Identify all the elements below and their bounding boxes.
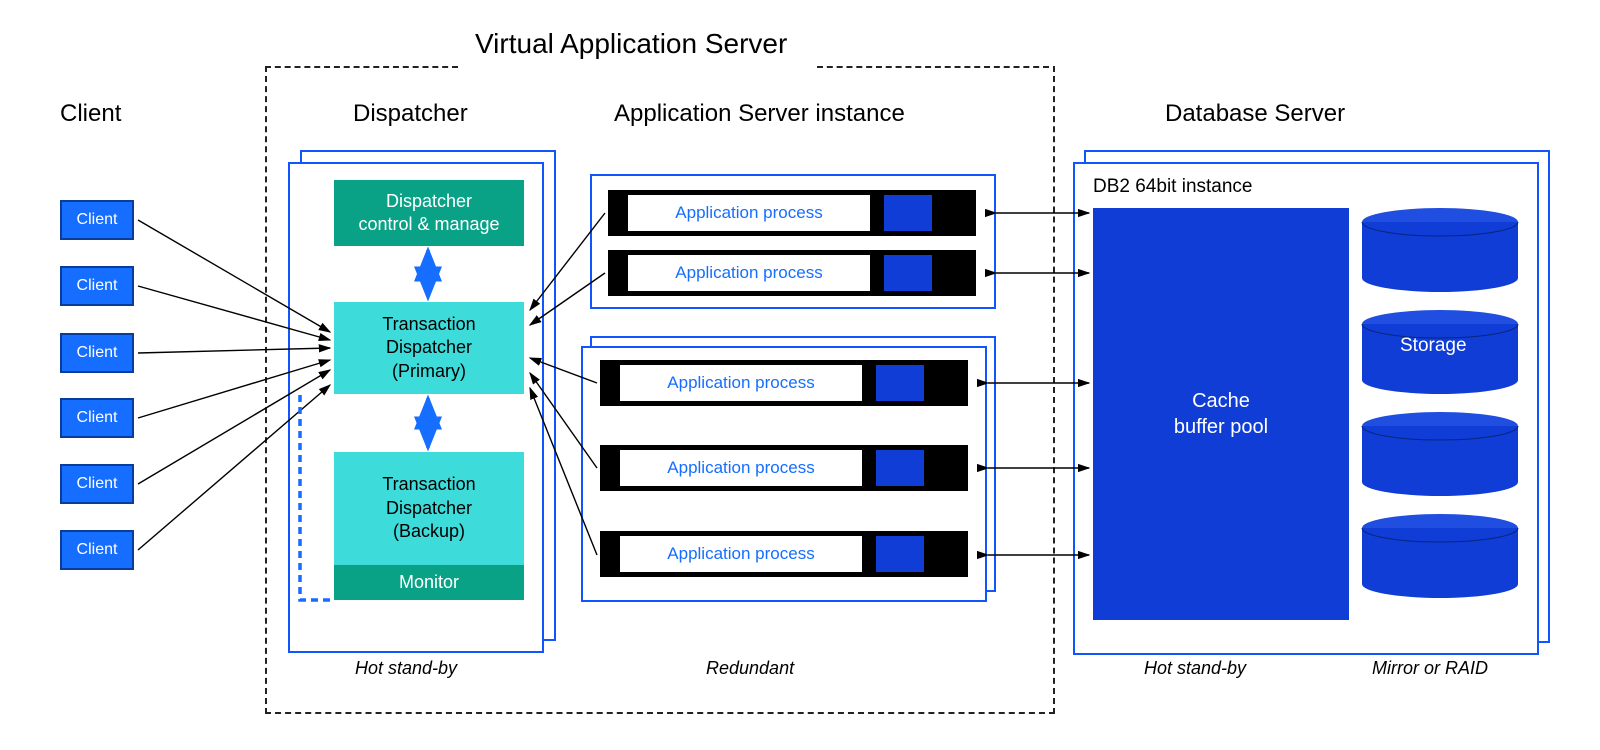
db-instance-label: DB2 64bit instance bbox=[1093, 176, 1253, 198]
app-process-4: Application process bbox=[620, 450, 862, 486]
title-client: Client bbox=[60, 100, 121, 128]
db-note-left: Hot stand-by bbox=[1144, 658, 1246, 679]
title-dbserver: Database Server bbox=[1165, 100, 1345, 128]
dispatcher-note: Hot stand-by bbox=[355, 658, 457, 679]
client-box-1: Client bbox=[60, 200, 134, 240]
app-sq-3 bbox=[876, 365, 924, 401]
client-box-4: Client bbox=[60, 398, 134, 438]
app-sq-2 bbox=[884, 255, 932, 291]
client-box-6: Client bbox=[60, 530, 134, 570]
vas-top-left bbox=[265, 66, 458, 68]
dispatcher-monitor-box: Monitor bbox=[334, 565, 524, 600]
vas-top-right bbox=[817, 66, 1049, 68]
client-box-3: Client bbox=[60, 333, 134, 373]
app-process-5: Application process bbox=[620, 536, 862, 572]
client-box-5: Client bbox=[60, 464, 134, 504]
dispatcher-backup-label: Transaction Dispatcher (Backup) bbox=[382, 452, 475, 565]
app-process-3: Application process bbox=[620, 365, 862, 401]
db-cache-buffer: Cache buffer pool bbox=[1093, 208, 1349, 620]
app-process-2: Application process bbox=[628, 255, 870, 291]
client-box-2: Client bbox=[60, 266, 134, 306]
storage-label: Storage bbox=[1400, 335, 1467, 357]
app-process-1: Application process bbox=[628, 195, 870, 231]
title-virtual-app-server: Virtual Application Server bbox=[475, 28, 787, 60]
db-note-right: Mirror or RAID bbox=[1372, 658, 1488, 679]
dispatcher-backup-box: Transaction Dispatcher (Backup) bbox=[334, 452, 524, 565]
app-sq-1 bbox=[884, 195, 932, 231]
app-sq-4 bbox=[876, 450, 924, 486]
dispatcher-control-box: Dispatcher control & manage bbox=[334, 180, 524, 246]
asi-note: Redundant bbox=[706, 658, 794, 679]
dispatcher-primary-box: Transaction Dispatcher (Primary) bbox=[334, 302, 524, 394]
app-sq-5 bbox=[876, 536, 924, 572]
